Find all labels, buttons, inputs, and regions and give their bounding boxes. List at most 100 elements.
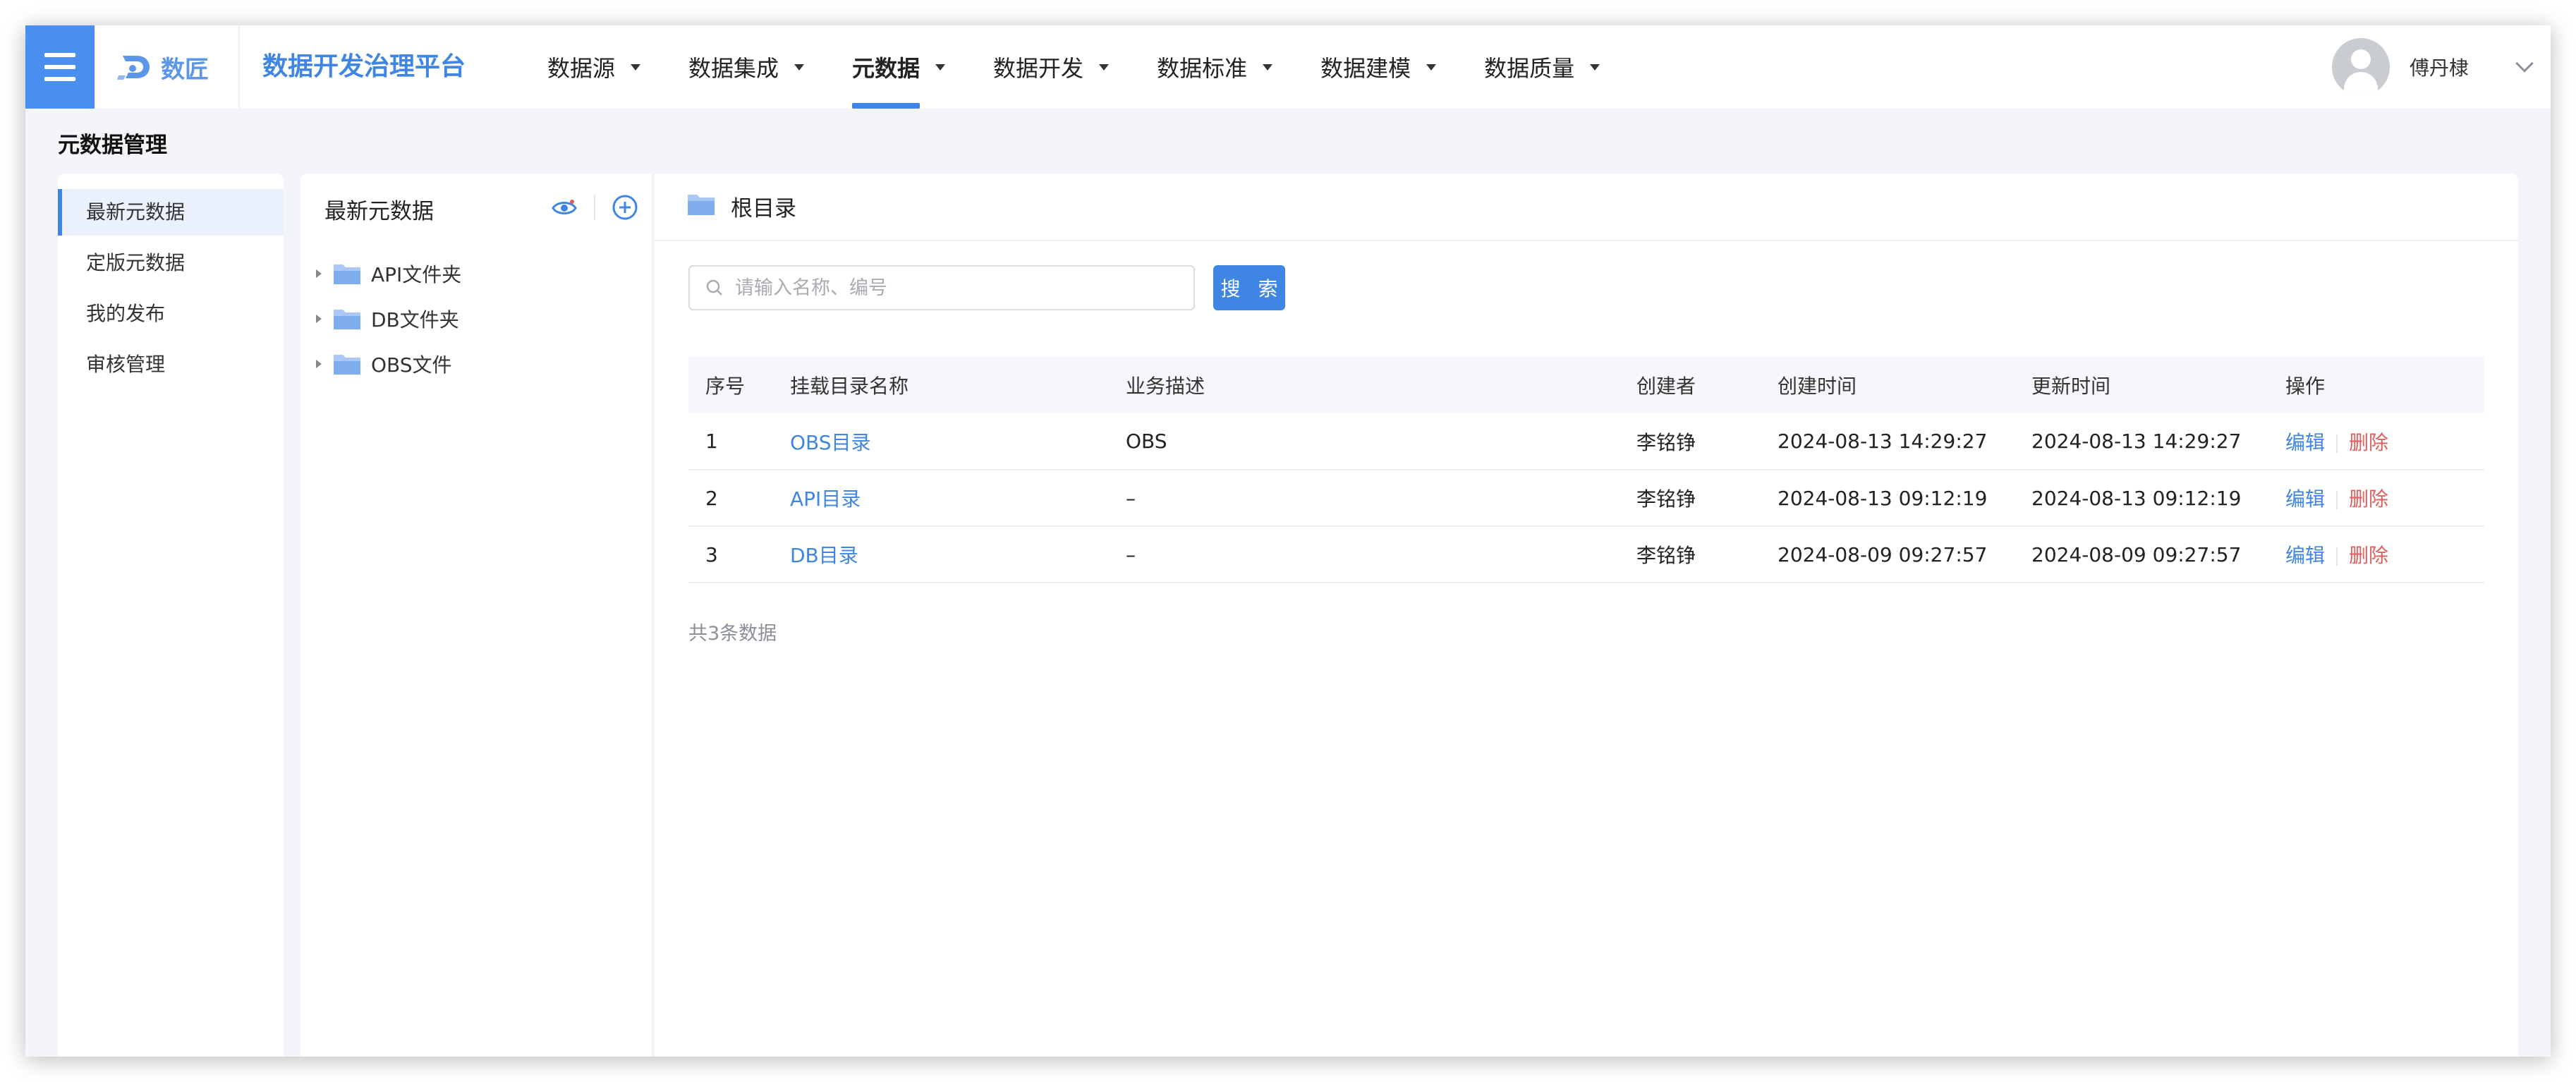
delete-button[interactable]: 删除 xyxy=(2349,487,2388,511)
row-actions: 编辑 删除 xyxy=(2268,413,2484,470)
column-header-3: 创建者 xyxy=(1620,357,1761,413)
sidebar-item-1[interactable]: 定版元数据 xyxy=(58,240,284,286)
created-time: 2024-08-13 14:29:27 xyxy=(1761,413,2015,470)
folder-icon xyxy=(688,195,715,215)
delete-button[interactable]: 删除 xyxy=(2349,431,2388,454)
nav-item-label: 数据源 xyxy=(547,55,616,82)
business-description: – xyxy=(1109,470,1620,527)
table-row: 2 API目录 – 李铭铮 2024-08-13 09:12:19 2024-08-13 … xyxy=(688,470,2484,527)
updated-time: 2024-08-13 14:29:27 xyxy=(2015,413,2268,470)
edit-button[interactable]: 编辑 xyxy=(2285,544,2325,567)
logo-icon xyxy=(117,56,150,80)
folder-icon xyxy=(334,355,360,375)
top-divider xyxy=(238,25,240,109)
nav-item-label: 数据标准 xyxy=(1157,55,1248,82)
breadcrumb: 根目录 xyxy=(731,196,796,221)
tree-node-label: API文件夹 xyxy=(371,263,462,286)
updated-time: 2024-08-13 09:12:19 xyxy=(2015,470,2268,527)
nav-item-4[interactable]: 数据标准 xyxy=(1157,25,1273,109)
search-button[interactable]: 搜 索 xyxy=(1213,265,1285,310)
nav-item-2[interactable]: 元数据 xyxy=(852,25,946,109)
column-header-1: 挂载目录名称 xyxy=(773,357,1109,413)
directory-name-link[interactable]: DB目录 xyxy=(790,544,858,567)
nav-item-label: 元数据 xyxy=(852,55,921,82)
tree-node-label: DB文件夹 xyxy=(371,308,459,332)
caret-down-icon[interactable] xyxy=(935,63,946,71)
creator: 李铭铮 xyxy=(1620,413,1761,470)
row-index: 3 xyxy=(688,526,773,583)
column-header-2: 业务描述 xyxy=(1109,357,1620,413)
caret-down-icon[interactable] xyxy=(1590,63,1600,71)
nav-item-6[interactable]: 数据质量 xyxy=(1484,25,1600,109)
sidebar-item-2[interactable]: 我的发布 xyxy=(58,291,284,337)
row-index: 2 xyxy=(688,470,773,527)
nav-item-label: 数据开发 xyxy=(993,55,1084,82)
column-header-0: 序号 xyxy=(688,357,773,413)
eye-icon[interactable] xyxy=(550,193,578,221)
platform-title: 数据开发治理平台 xyxy=(262,52,466,81)
action-divider xyxy=(2336,547,2338,566)
main-panel: 根目录 搜 索 序号挂载目录名称业务描述创建者创建时间更新时间操作 1 OBS目录… xyxy=(655,174,2518,1057)
plus-circle-icon[interactable] xyxy=(611,193,639,221)
row-actions: 编辑 删除 xyxy=(2268,526,2484,583)
main-header: 根目录 xyxy=(655,174,2518,241)
tree-node-0[interactable]: API文件夹 xyxy=(316,251,461,296)
tree-node-1[interactable]: DB文件夹 xyxy=(316,296,461,341)
nav-item-label: 数据质量 xyxy=(1484,55,1575,82)
created-time: 2024-08-09 09:27:57 xyxy=(1761,526,2015,583)
search-field[interactable] xyxy=(688,265,1195,310)
directory-table: 序号 挂载目录名称 业务描述 创建者 创建时间 更新时间 操作 1 OBS目录 OBS 李铭铮 20… xyxy=(688,357,2484,583)
table-row: 3 DB目录 – 李铭铮 2024-08-09 09:27:57 2024-08-09 0… xyxy=(688,526,2484,583)
directory-name-link[interactable]: API目录 xyxy=(790,487,861,511)
creator: 李铭铮 xyxy=(1620,526,1761,583)
edit-button[interactable]: 编辑 xyxy=(2285,487,2325,511)
logo-text: 数匠 xyxy=(161,55,209,84)
tree-panel: 最新元数据 API文件夹 DB文件夹 OBS文件 xyxy=(300,174,653,1057)
column-header-6: 操作 xyxy=(2268,357,2484,413)
directory-name-link[interactable]: OBS目录 xyxy=(790,431,871,454)
nav-item-5[interactable]: 数据建模 xyxy=(1320,25,1437,109)
logo: 数匠 xyxy=(116,47,209,87)
page-title: 元数据管理 xyxy=(58,133,167,158)
caret-right-icon[interactable] xyxy=(316,360,322,368)
caret-right-icon[interactable] xyxy=(316,269,322,278)
column-header-5: 更新时间 xyxy=(2015,357,2268,413)
nav-item-label: 数据集成 xyxy=(688,55,779,82)
sidebar-item-0[interactable]: 最新元数据 xyxy=(58,189,284,236)
menu-icon[interactable] xyxy=(25,25,95,109)
folder-tree: API文件夹 DB文件夹 OBS文件 xyxy=(316,251,461,387)
caret-down-icon[interactable] xyxy=(794,63,805,71)
row-actions: 编辑 删除 xyxy=(2268,470,2484,527)
tree-node-label: OBS文件 xyxy=(371,353,452,377)
caret-down-icon[interactable] xyxy=(1263,63,1273,71)
caret-down-icon[interactable] xyxy=(631,63,641,71)
caret-down-icon[interactable] xyxy=(1099,63,1110,71)
user-menu[interactable]: 傅丹棣 xyxy=(2331,38,2534,96)
caret-down-icon[interactable] xyxy=(1426,63,1437,71)
search-input[interactable] xyxy=(735,276,1186,299)
nav-item-1[interactable]: 数据集成 xyxy=(688,25,805,109)
search-icon xyxy=(706,279,722,296)
delete-button[interactable]: 删除 xyxy=(2349,544,2388,567)
nav-item-3[interactable]: 数据开发 xyxy=(993,25,1110,109)
action-divider xyxy=(2336,491,2338,509)
username[interactable]: 傅丹棣 xyxy=(2410,53,2469,81)
nav-active-indicator xyxy=(852,103,921,109)
table-row: 1 OBS目录 OBS 李铭铮 2024-08-13 14:29:27 2024-08-1… xyxy=(688,413,2484,470)
edit-button[interactable]: 编辑 xyxy=(2285,431,2325,454)
caret-right-icon[interactable] xyxy=(316,315,322,323)
sidebar: 最新元数据 定版元数据我的发布 审核管理 xyxy=(58,174,284,1057)
app-window: 数匠 数据开发治理平台 数据源 数据集成 元数据 数据开发 数据标准 数据建模 数据质量 傅… xyxy=(25,25,2551,1057)
column-header-4: 创建时间 xyxy=(1761,357,2015,413)
top-bar: 数匠 数据开发治理平台 数据源 数据集成 元数据 数据开发 数据标准 数据建模 数据质量 傅… xyxy=(25,25,2551,109)
nav-item-label: 数据建模 xyxy=(1320,55,1411,82)
created-time: 2024-08-13 09:12:19 xyxy=(1761,470,2015,527)
tree-node-2[interactable]: OBS文件 xyxy=(316,341,461,387)
sidebar-item-3[interactable]: 审核管理 xyxy=(58,341,284,388)
creator: 李铭铮 xyxy=(1620,470,1761,527)
avatar-icon[interactable] xyxy=(2331,38,2390,96)
business-description: OBS xyxy=(1109,413,1620,470)
nav-item-0[interactable]: 数据源 xyxy=(547,25,641,109)
top-nav: 数据源 数据集成 元数据 数据开发 数据标准 数据建模 数据质量 xyxy=(547,25,1648,109)
chevron-down-icon[interactable] xyxy=(2515,54,2534,73)
